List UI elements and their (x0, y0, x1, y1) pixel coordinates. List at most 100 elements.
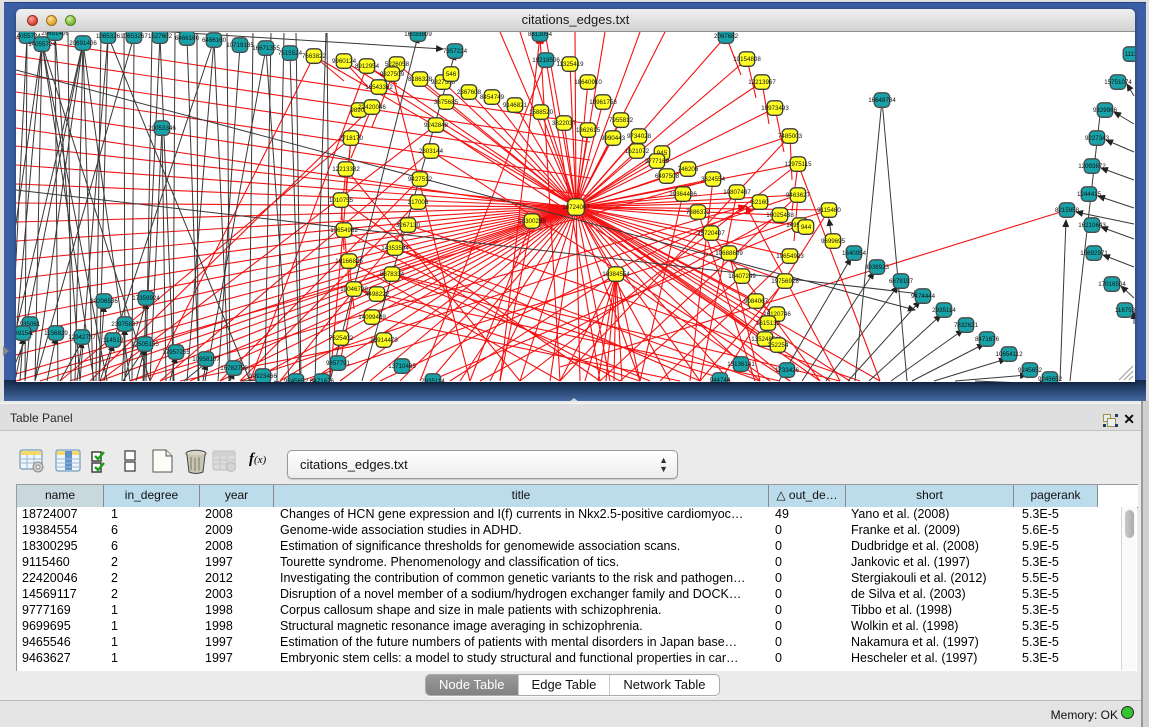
svg-text:9427512: 9427512 (408, 176, 433, 183)
svg-text:2935114: 2935114 (421, 378, 445, 382)
svg-text:4498222: 4498222 (365, 291, 390, 298)
svg-text:1112: 1112 (1125, 51, 1135, 58)
svg-text:19166825: 19166825 (335, 258, 363, 265)
svg-text:9245652: 9245652 (1018, 367, 1043, 374)
svg-text:20691406: 20691406 (41, 32, 69, 37)
svg-text:8471676: 8471676 (975, 336, 1000, 343)
svg-text:9084067: 9084067 (744, 298, 769, 305)
svg-text:7663822: 7663822 (302, 53, 327, 60)
svg-text:2367608: 2367608 (457, 89, 482, 96)
svg-text:15136141: 15136141 (727, 361, 755, 368)
svg-text:9734028: 9734028 (627, 133, 652, 140)
svg-text:12942737: 12942737 (68, 334, 96, 341)
svg-text:3624554: 3624554 (701, 176, 726, 183)
svg-text:10719185: 10719185 (226, 42, 254, 49)
svg-text:7485003: 7485003 (778, 133, 803, 140)
svg-text:23975887: 23975887 (111, 321, 139, 328)
svg-text:9227343: 9227343 (1085, 135, 1110, 142)
svg-text:9115460: 9115460 (817, 207, 841, 214)
svg-text:1621072: 1621072 (625, 148, 650, 155)
svg-text:19384554: 19384554 (602, 271, 630, 278)
svg-text:12975115: 12975115 (784, 161, 812, 168)
svg-text:8878334: 8878334 (380, 271, 405, 278)
svg-text:22420046: 22420046 (358, 104, 386, 111)
svg-text:2087682: 2087682 (714, 33, 739, 40)
svg-text:10653267: 10653267 (120, 33, 148, 40)
svg-text:16543362: 16543362 (365, 84, 393, 91)
svg-text:15692971: 15692971 (1080, 250, 1108, 257)
svg-text:10958107: 10958107 (192, 356, 220, 363)
svg-text:19654982: 19654982 (330, 227, 358, 234)
svg-text:18407249: 18407249 (728, 273, 756, 280)
svg-text:1156829: 1156829 (44, 330, 68, 337)
svg-text:317006: 317006 (408, 199, 429, 206)
svg-text:9245652: 9245652 (284, 378, 309, 382)
svg-text:9857791: 9857791 (326, 360, 351, 367)
svg-text:10807487: 10807487 (723, 189, 751, 196)
svg-text:16782759: 16782759 (220, 365, 248, 372)
svg-text:15751074: 15751074 (1104, 79, 1132, 86)
svg-text:8813054: 8813054 (528, 32, 553, 38)
svg-text:9960124: 9960124 (332, 58, 357, 65)
svg-text:3267130: 3267130 (396, 222, 421, 229)
svg-text:944744: 944744 (710, 377, 731, 382)
svg-text:19654923: 19654923 (776, 253, 804, 260)
svg-text:7955812: 7955812 (609, 117, 634, 124)
svg-text:9699695: 9699695 (821, 238, 846, 245)
svg-text:1640954: 1640954 (842, 250, 867, 257)
svg-text:8186328: 8186328 (408, 76, 433, 83)
svg-text:7625402: 7625402 (329, 335, 354, 342)
svg-text:16961758: 16961758 (589, 99, 617, 106)
svg-text:1010755: 1010755 (329, 197, 354, 204)
svg-text:1615132: 1615132 (756, 320, 781, 327)
svg-text:1527602: 1527602 (148, 33, 173, 40)
svg-text:14055724: 14055724 (28, 41, 56, 48)
svg-text:20053346: 20053346 (148, 125, 176, 132)
svg-text:8215958: 8215958 (1055, 207, 1080, 214)
svg-text:20691406: 20691406 (69, 40, 97, 47)
svg-text:3822037: 3822037 (552, 120, 577, 127)
svg-text:12213967: 12213967 (748, 79, 776, 86)
svg-text:6497508: 6497508 (655, 173, 680, 180)
svg-text:16914479: 16914479 (370, 337, 398, 344)
svg-text:12093872: 12093872 (1078, 163, 1106, 170)
svg-text:6879197: 6879197 (889, 278, 914, 285)
svg-text:1733426: 1733426 (775, 367, 800, 374)
svg-text:16033809: 16033809 (404, 32, 432, 38)
svg-text:9990443: 9990443 (601, 135, 626, 142)
svg-text:10154808: 10154808 (733, 56, 761, 63)
svg-text:10025438: 10025438 (766, 212, 794, 219)
svg-text:18640910: 18640910 (574, 79, 602, 86)
svg-text:17957255: 17957255 (162, 349, 190, 356)
svg-text:1244415: 1244415 (1077, 191, 1102, 198)
svg-text:20364436: 20364436 (669, 191, 697, 198)
svg-text:7515524: 7515524 (278, 50, 303, 57)
svg-text:9327509: 9327509 (380, 71, 405, 78)
svg-text:10688609: 10688609 (715, 250, 743, 257)
svg-text:114519: 114519 (103, 337, 124, 344)
svg-text:16671355: 16671355 (252, 45, 280, 52)
svg-text:17016504: 17016504 (1098, 281, 1126, 288)
svg-text:7832621: 7832621 (954, 322, 979, 329)
svg-text:1065326: 1065326 (96, 33, 121, 40)
svg-text:8938923: 8938923 (865, 264, 890, 271)
svg-text:2718170: 2718170 (339, 135, 364, 142)
svg-text:2935114: 2935114 (932, 307, 956, 314)
svg-text:8454749: 8454749 (480, 94, 505, 101)
svg-text:3875685: 3875685 (434, 99, 459, 106)
svg-text:1588520: 1588520 (529, 109, 554, 116)
svg-text:8471676: 8471676 (310, 378, 335, 382)
svg-text:16648784: 16648784 (868, 97, 896, 104)
svg-text:746206: 746206 (678, 166, 699, 173)
svg-text:9463627: 9463627 (786, 192, 811, 199)
svg-text:9242848: 9242848 (424, 122, 449, 129)
svg-text:9245652: 9245652 (1038, 376, 1063, 382)
svg-text:6466160: 6466160 (202, 37, 227, 44)
svg-text:9146821: 9146821 (503, 102, 528, 109)
svg-text:15720407: 15720407 (697, 230, 725, 237)
svg-text:62160: 62160 (751, 199, 769, 206)
svg-text:116753: 116753 (1115, 307, 1135, 314)
svg-text:7386372: 7386372 (686, 209, 711, 216)
svg-text:19756928: 19756928 (771, 278, 799, 285)
svg-text:12213382: 12213382 (332, 166, 360, 173)
